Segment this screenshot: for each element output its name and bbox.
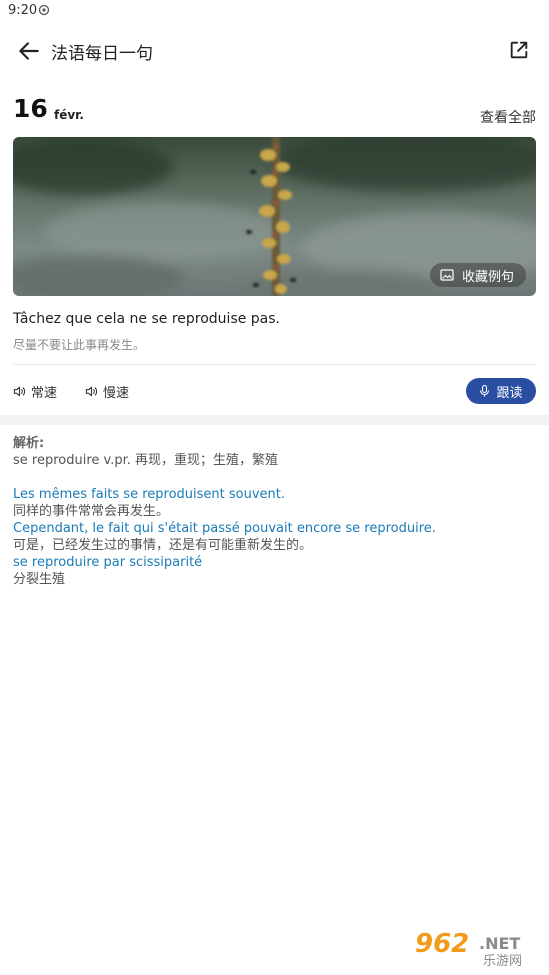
speaker-icon [13,386,26,397]
collect-sentence-button[interactable]: 收藏例句 [429,263,526,287]
site-watermark-logo: 962 .NET 乐游网 [409,927,543,969]
hero-image: 收藏例句 [13,137,536,296]
analysis-label: 解析: [13,436,45,451]
image-icon [440,269,454,281]
example-french: Cependant, le fait qui s'était passé pou… [13,521,436,536]
sim-icon [38,4,50,16]
example-chinese: 可是，已经发生过的事情，还是有可能重新发生的。 [13,538,313,553]
audio-controls: 常速 慢速 跟读 [13,378,536,404]
watermark-site: 乐游网 [483,954,522,969]
sentence-french: Tâchez que cela ne se reproduise pas. [13,311,281,327]
status-time: 9:20 [8,3,38,18]
date-day: 16 [13,94,48,123]
app-bar: 法语每日一句 [0,24,549,80]
date-row: 16 févr. 查看全部 [13,92,536,128]
slow-speed-button[interactable]: 慢速 [85,382,129,401]
page-title: 法语每日一句 [51,44,153,64]
normal-speed-label: 常速 [31,386,58,401]
collect-sentence-label: 收藏例句 [461,269,514,285]
example-french: se reproduire par scissiparité [13,555,203,570]
example-chinese: 分裂生殖 [13,572,66,587]
section-separator [0,415,549,425]
normal-speed-button[interactable]: 常速 [13,382,57,401]
example-french: Les mêmes faits se reproduisent souvent. [13,487,285,502]
back-arrow-icon[interactable] [16,38,42,64]
watermark-suffix: .NET [479,934,520,953]
follow-read-label: 跟读 [496,385,523,401]
slow-speed-label: 慢速 [103,386,130,401]
status-bar: 9:20 [0,0,549,24]
follow-read-button[interactable]: 跟读 [466,378,536,404]
view-all-link[interactable]: 查看全部 [480,107,536,127]
watermark-number: 962 [415,929,469,959]
date-month: févr. [54,108,84,122]
example-chinese: 同样的事件常常会再发生。 [13,504,170,519]
analysis-definition: se reproduire v.pr. 再现，重现；生殖，繁殖 [13,453,279,468]
sentence-chinese: 尽量不要让此事再发生。 [13,338,146,352]
analysis-section: 解析: se reproduire v.pr. 再现，重现；生殖，繁殖 Les … [13,435,536,588]
divider [13,364,536,365]
microphone-icon [480,385,490,397]
share-icon[interactable] [508,39,530,61]
speaker-icon [85,386,98,397]
